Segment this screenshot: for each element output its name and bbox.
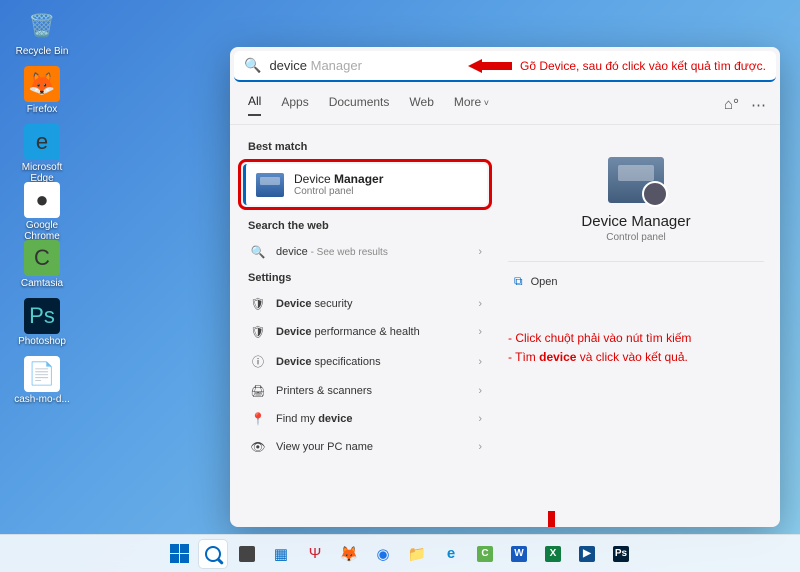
open-label: Open: [531, 276, 558, 288]
taskbar-chrome[interactable]: ◉: [369, 540, 397, 568]
annotation-highlight-box: Device Manager Control panel: [238, 159, 492, 210]
search-tabs: All Apps Documents Web More ⌂° ⋯: [230, 82, 780, 125]
taskbar-word[interactable]: W: [505, 540, 533, 568]
row-icon: ⓘ: [250, 353, 266, 370]
web-result-row[interactable]: 🔍 device - See web results ›: [238, 238, 492, 266]
device-manager-icon: [256, 173, 284, 197]
row-icon: 🖨: [250, 384, 266, 398]
device-manager-large-icon: [608, 157, 664, 203]
annotation-arrow-down: [542, 511, 560, 527]
search-autocomplete-text: Manager: [307, 58, 362, 73]
taskbar-powerpoint[interactable]: ▶: [573, 540, 601, 568]
row-icon: 🛡: [250, 297, 266, 311]
taskbar-taskview[interactable]: [233, 540, 261, 568]
search-panel: 🔍 device Manager Gõ Device, sau đó click…: [230, 47, 780, 527]
best-match-item[interactable]: Device Manager Control panel: [243, 164, 487, 205]
taskbar-excel[interactable]: X: [539, 540, 567, 568]
more-options-icon[interactable]: ⋯: [751, 96, 766, 114]
account-icon[interactable]: ⌂°: [724, 96, 739, 114]
taskbar-start[interactable]: [165, 540, 193, 568]
best-match-header: Best match: [238, 135, 492, 159]
chevron-right-icon: ›: [478, 246, 482, 258]
desktop-icon-photoshop[interactable]: PsPhotoshop: [12, 298, 72, 347]
search-icon: 🔍: [250, 245, 266, 259]
tab-documents[interactable]: Documents: [329, 95, 390, 115]
chevron-right-icon: ›: [478, 413, 482, 425]
search-web-header: Search the web: [238, 214, 492, 238]
settings-row[interactable]: 🛡Device performance & health›: [238, 318, 492, 346]
tab-web[interactable]: Web: [409, 95, 433, 115]
detail-column: Device Manager Control panel ⧉ Open - Cl…: [500, 125, 780, 519]
settings-row[interactable]: 🛡Device security›: [238, 290, 492, 318]
search-bar[interactable]: 🔍 device Manager Gõ Device, sau đó click…: [234, 51, 776, 82]
taskbar-photoshop[interactable]: Ps: [607, 540, 635, 568]
search-input[interactable]: device Manager: [269, 58, 458, 73]
tab-all[interactable]: All: [248, 94, 261, 116]
settings-row[interactable]: 🖨Printers & scanners›: [238, 377, 492, 405]
taskbar-explorer[interactable]: 📁: [403, 540, 431, 568]
chevron-right-icon: ›: [478, 326, 482, 338]
results-column: Best match Device Manager Control panel …: [230, 125, 500, 519]
detail-subtitle: Control panel: [508, 232, 764, 243]
taskbar-camtasia[interactable]: C: [471, 540, 499, 568]
desktop-icon-firefox[interactable]: 🦊Firefox: [12, 66, 72, 115]
open-action[interactable]: ⧉ Open: [508, 270, 764, 293]
taskbar-search[interactable]: [199, 540, 227, 568]
tab-more[interactable]: More: [454, 95, 489, 115]
tab-apps[interactable]: Apps: [281, 95, 308, 115]
open-icon: ⧉: [514, 274, 523, 289]
settings-row[interactable]: ⓘDevice specifications›: [238, 346, 492, 377]
chevron-right-icon: ›: [478, 385, 482, 397]
chevron-right-icon: ›: [478, 298, 482, 310]
best-match-title: Device: [294, 172, 334, 186]
desktop-icon-cash-mo-d-[interactable]: 📄cash-mo-d...: [12, 356, 72, 405]
row-icon: 🛡: [250, 325, 266, 339]
annotation-text-side: - Click chuột phải vào nút tìm kiếm - Tì…: [508, 329, 764, 367]
taskbar-firefox[interactable]: 🦊: [335, 540, 363, 568]
search-typed-text: device: [269, 58, 307, 73]
settings-row[interactable]: 📍Find my device›: [238, 405, 492, 433]
taskbar-edge[interactable]: e: [437, 540, 465, 568]
chevron-right-icon: ›: [478, 441, 482, 453]
row-icon: 📍: [250, 412, 266, 426]
row-icon: 👁: [250, 440, 266, 454]
search-icon: 🔍: [244, 57, 261, 74]
detail-title: Device Manager: [508, 213, 764, 230]
best-match-subtitle: Control panel: [294, 186, 383, 197]
desktop-icon-recycle-bin[interactable]: 🗑️Recycle Bin: [12, 8, 72, 57]
chevron-right-icon: ›: [478, 356, 482, 368]
taskbar-widgets[interactable]: ▦: [267, 540, 295, 568]
desktop-icon-microsoft-edge[interactable]: eMicrosoft Edge: [12, 124, 72, 184]
taskbar: ▦Ψ🦊◉📁eCWX▶Ps: [0, 534, 800, 572]
taskbar-snip[interactable]: Ψ: [301, 540, 329, 568]
desktop-icon-camtasia[interactable]: CCamtasia: [12, 240, 72, 289]
annotation-arrow-left: [468, 59, 512, 73]
settings-header: Settings: [238, 266, 492, 290]
settings-row[interactable]: 👁View your PC name›: [238, 433, 492, 461]
annotation-text-top: Gõ Device, sau đó click vào kết quả tìm …: [520, 59, 766, 73]
desktop-icon-google-chrome[interactable]: ●Google Chrome: [12, 182, 72, 242]
